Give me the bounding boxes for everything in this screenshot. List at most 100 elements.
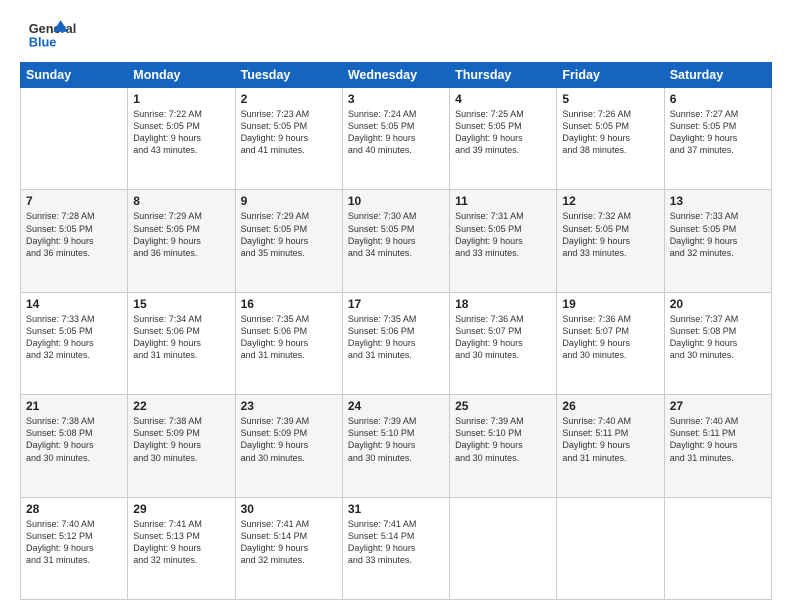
- day-info: Sunrise: 7:41 AM Sunset: 5:14 PM Dayligh…: [348, 518, 444, 567]
- calendar-dow-monday: Monday: [128, 63, 235, 88]
- calendar-week-2: 7 Sunrise: 7:28 AM Sunset: 5:05 PM Daylig…: [21, 190, 772, 292]
- calendar-cell: 13 Sunrise: 7:33 AM Sunset: 5:05 PM Dayli…: [664, 190, 771, 292]
- day-info: Sunrise: 7:39 AM Sunset: 5:09 PM Dayligh…: [241, 415, 337, 464]
- calendar-cell: 28 Sunrise: 7:40 AM Sunset: 5:12 PM Dayli…: [21, 497, 128, 599]
- calendar-cell: 24 Sunrise: 7:39 AM Sunset: 5:10 PM Dayli…: [342, 395, 449, 497]
- calendar-cell: 5 Sunrise: 7:26 AM Sunset: 5:05 PM Daylig…: [557, 88, 664, 190]
- calendar-cell: [664, 497, 771, 599]
- calendar-cell: 31 Sunrise: 7:41 AM Sunset: 5:14 PM Dayli…: [342, 497, 449, 599]
- day-info: Sunrise: 7:38 AM Sunset: 5:09 PM Dayligh…: [133, 415, 229, 464]
- day-number: 19: [562, 297, 658, 311]
- day-info: Sunrise: 7:28 AM Sunset: 5:05 PM Dayligh…: [26, 210, 122, 259]
- day-number: 15: [133, 297, 229, 311]
- day-info: Sunrise: 7:31 AM Sunset: 5:05 PM Dayligh…: [455, 210, 551, 259]
- day-info: Sunrise: 7:35 AM Sunset: 5:06 PM Dayligh…: [241, 313, 337, 362]
- calendar-cell: 7 Sunrise: 7:28 AM Sunset: 5:05 PM Daylig…: [21, 190, 128, 292]
- day-number: 17: [348, 297, 444, 311]
- calendar-cell: 25Sunrise: 7:39 AM Sunset: 5:10 PM Dayli…: [450, 395, 557, 497]
- calendar-cell: 10Sunrise: 7:30 AM Sunset: 5:05 PM Dayli…: [342, 190, 449, 292]
- logo-icon: GeneralBlue: [20, 18, 80, 52]
- calendar-cell: 4 Sunrise: 7:25 AM Sunset: 5:05 PM Daylig…: [450, 88, 557, 190]
- calendar-cell: 18 Sunrise: 7:36 AM Sunset: 5:07 PM Dayli…: [450, 292, 557, 394]
- day-info: Sunrise: 7:29 AM Sunset: 5:05 PM Dayligh…: [133, 210, 229, 259]
- day-number: 3: [348, 92, 444, 106]
- day-number: 24: [348, 399, 444, 413]
- day-number: 20: [670, 297, 766, 311]
- calendar-cell: 19 Sunrise: 7:36 AM Sunset: 5:07 PM Dayli…: [557, 292, 664, 394]
- day-number: 27: [670, 399, 766, 413]
- calendar-cell: 16 Sunrise: 7:35 AM Sunset: 5:06 PM Dayli…: [235, 292, 342, 394]
- day-number: 29: [133, 502, 229, 516]
- calendar-cell: [21, 88, 128, 190]
- calendar-dow-saturday: Saturday: [664, 63, 771, 88]
- calendar-cell: [557, 497, 664, 599]
- day-number: 14: [26, 297, 122, 311]
- day-number: 2: [241, 92, 337, 106]
- calendar-dow-sunday: Sunday: [21, 63, 128, 88]
- calendar-cell: 6 Sunrise: 7:27 AM Sunset: 5:05 PM Daylig…: [664, 88, 771, 190]
- page: GeneralBlue SundayMondayTuesdayWednesday…: [0, 0, 792, 612]
- day-number: 8: [133, 194, 229, 208]
- day-number: 18: [455, 297, 551, 311]
- day-info: Sunrise: 7:22 AM Sunset: 5:05 PM Dayligh…: [133, 108, 229, 157]
- day-info: Sunrise: 7:36 AM Sunset: 5:07 PM Dayligh…: [562, 313, 658, 362]
- day-info: Sunrise: 7:39 AM Sunset: 5:10 PM Dayligh…: [348, 415, 444, 464]
- day-number: 22: [133, 399, 229, 413]
- day-number: 31: [348, 502, 444, 516]
- day-info: Sunrise: 7:40 AM Sunset: 5:12 PM Dayligh…: [26, 518, 122, 567]
- calendar-week-5: 28 Sunrise: 7:40 AM Sunset: 5:12 PM Dayli…: [21, 497, 772, 599]
- calendar-cell: 15Sunrise: 7:34 AM Sunset: 5:06 PM Dayli…: [128, 292, 235, 394]
- day-number: 9: [241, 194, 337, 208]
- day-info: Sunrise: 7:27 AM Sunset: 5:05 PM Dayligh…: [670, 108, 766, 157]
- day-info: Sunrise: 7:40 AM Sunset: 5:11 PM Dayligh…: [670, 415, 766, 464]
- day-number: 26: [562, 399, 658, 413]
- calendar-cell: 26Sunrise: 7:40 AM Sunset: 5:11 PM Dayli…: [557, 395, 664, 497]
- calendar-table: SundayMondayTuesdayWednesdayThursdayFrid…: [20, 62, 772, 600]
- header: GeneralBlue: [20, 18, 772, 52]
- day-number: 30: [241, 502, 337, 516]
- calendar-cell: 8 Sunrise: 7:29 AM Sunset: 5:05 PM Daylig…: [128, 190, 235, 292]
- day-info: Sunrise: 7:25 AM Sunset: 5:05 PM Dayligh…: [455, 108, 551, 157]
- calendar-dow-wednesday: Wednesday: [342, 63, 449, 88]
- logo: GeneralBlue: [20, 18, 80, 52]
- calendar-header-row: SundayMondayTuesdayWednesdayThursdayFrid…: [21, 63, 772, 88]
- calendar-cell: 3 Sunrise: 7:24 AM Sunset: 5:05 PM Daylig…: [342, 88, 449, 190]
- calendar-cell: 17 Sunrise: 7:35 AM Sunset: 5:06 PM Dayli…: [342, 292, 449, 394]
- day-number: 23: [241, 399, 337, 413]
- day-info: Sunrise: 7:23 AM Sunset: 5:05 PM Dayligh…: [241, 108, 337, 157]
- calendar-dow-thursday: Thursday: [450, 63, 557, 88]
- day-info: Sunrise: 7:29 AM Sunset: 5:05 PM Dayligh…: [241, 210, 337, 259]
- calendar-cell: 23 Sunrise: 7:39 AM Sunset: 5:09 PM Dayli…: [235, 395, 342, 497]
- day-info: Sunrise: 7:33 AM Sunset: 5:05 PM Dayligh…: [670, 210, 766, 259]
- calendar-cell: 9 Sunrise: 7:29 AM Sunset: 5:05 PM Daylig…: [235, 190, 342, 292]
- calendar-week-1: 1Sunrise: 7:22 AM Sunset: 5:05 PM Daylig…: [21, 88, 772, 190]
- day-info: Sunrise: 7:37 AM Sunset: 5:08 PM Dayligh…: [670, 313, 766, 362]
- day-info: Sunrise: 7:38 AM Sunset: 5:08 PM Dayligh…: [26, 415, 122, 464]
- day-number: 5: [562, 92, 658, 106]
- day-info: Sunrise: 7:35 AM Sunset: 5:06 PM Dayligh…: [348, 313, 444, 362]
- day-info: Sunrise: 7:26 AM Sunset: 5:05 PM Dayligh…: [562, 108, 658, 157]
- day-number: 16: [241, 297, 337, 311]
- calendar-cell: 29Sunrise: 7:41 AM Sunset: 5:13 PM Dayli…: [128, 497, 235, 599]
- day-number: 28: [26, 502, 122, 516]
- day-number: 6: [670, 92, 766, 106]
- calendar-cell: 2 Sunrise: 7:23 AM Sunset: 5:05 PM Daylig…: [235, 88, 342, 190]
- day-number: 4: [455, 92, 551, 106]
- calendar-cell: [450, 497, 557, 599]
- calendar-week-4: 21 Sunrise: 7:38 AM Sunset: 5:08 PM Dayli…: [21, 395, 772, 497]
- calendar-dow-friday: Friday: [557, 63, 664, 88]
- day-number: 13: [670, 194, 766, 208]
- svg-text:General: General: [29, 21, 76, 36]
- day-info: Sunrise: 7:33 AM Sunset: 5:05 PM Dayligh…: [26, 313, 122, 362]
- day-number: 21: [26, 399, 122, 413]
- calendar-cell: 30Sunrise: 7:41 AM Sunset: 5:14 PM Dayli…: [235, 497, 342, 599]
- day-info: Sunrise: 7:36 AM Sunset: 5:07 PM Dayligh…: [455, 313, 551, 362]
- day-number: 7: [26, 194, 122, 208]
- calendar-cell: 20 Sunrise: 7:37 AM Sunset: 5:08 PM Dayli…: [664, 292, 771, 394]
- calendar-cell: 1Sunrise: 7:22 AM Sunset: 5:05 PM Daylig…: [128, 88, 235, 190]
- day-info: Sunrise: 7:24 AM Sunset: 5:05 PM Dayligh…: [348, 108, 444, 157]
- calendar-cell: 14 Sunrise: 7:33 AM Sunset: 5:05 PM Dayli…: [21, 292, 128, 394]
- svg-text:Blue: Blue: [29, 35, 57, 50]
- calendar-week-3: 14 Sunrise: 7:33 AM Sunset: 5:05 PM Dayli…: [21, 292, 772, 394]
- day-info: Sunrise: 7:32 AM Sunset: 5:05 PM Dayligh…: [562, 210, 658, 259]
